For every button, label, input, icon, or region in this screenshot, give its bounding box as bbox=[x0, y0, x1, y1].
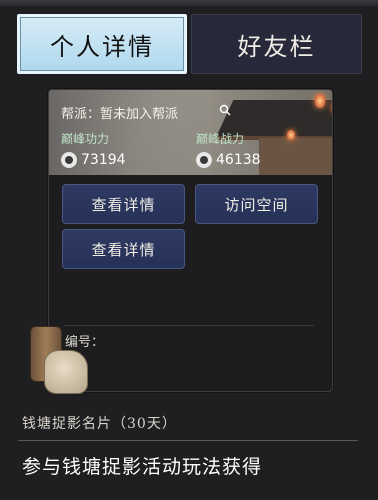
power-value: 73194 bbox=[81, 152, 126, 168]
card-banner: 帮派：暂未加入帮派 巅峰功力 巅峰战力 73194 46138 bbox=[49, 90, 333, 175]
power-label: 巅峰功力 bbox=[61, 132, 110, 146]
lantern-icon bbox=[287, 130, 295, 140]
combat-icon bbox=[196, 152, 212, 168]
combat-label: 巅峰战力 bbox=[196, 132, 245, 146]
name-card: 帮派：暂未加入帮派 巅峰功力 巅峰战力 73194 46138 查看详情 访问空… bbox=[48, 89, 333, 392]
top-border bbox=[0, 0, 378, 6]
tab-profile[interactable]: 个人详情 bbox=[17, 14, 187, 74]
lantern-icon bbox=[315, 94, 325, 108]
card-divider bbox=[64, 325, 314, 326]
combat-value: 46138 bbox=[216, 152, 261, 168]
lantern-icon bbox=[332, 100, 333, 114]
item-separator bbox=[18, 440, 358, 441]
view-details-button[interactable]: 查看详情 bbox=[62, 184, 185, 224]
item-description: 参与钱塘捉影活动玩法获得 bbox=[22, 456, 263, 478]
tab-friends[interactable]: 好友栏 bbox=[191, 14, 362, 74]
item-name: 钱塘捉影名片（30天） bbox=[22, 416, 177, 432]
visit-space-button[interactable]: 访问空间 bbox=[195, 184, 318, 224]
search-icon[interactable] bbox=[219, 104, 231, 116]
combat-stat: 46138 bbox=[196, 152, 261, 168]
power-stat: 73194 bbox=[61, 152, 126, 168]
power-icon bbox=[61, 152, 77, 168]
id-label: 编号： bbox=[65, 335, 105, 350]
view-details-button-2[interactable]: 查看详情 bbox=[62, 229, 185, 269]
building-decoration bbox=[259, 138, 332, 175]
guild-status: 帮派：暂未加入帮派 bbox=[61, 107, 179, 122]
sack-icon bbox=[44, 350, 88, 394]
